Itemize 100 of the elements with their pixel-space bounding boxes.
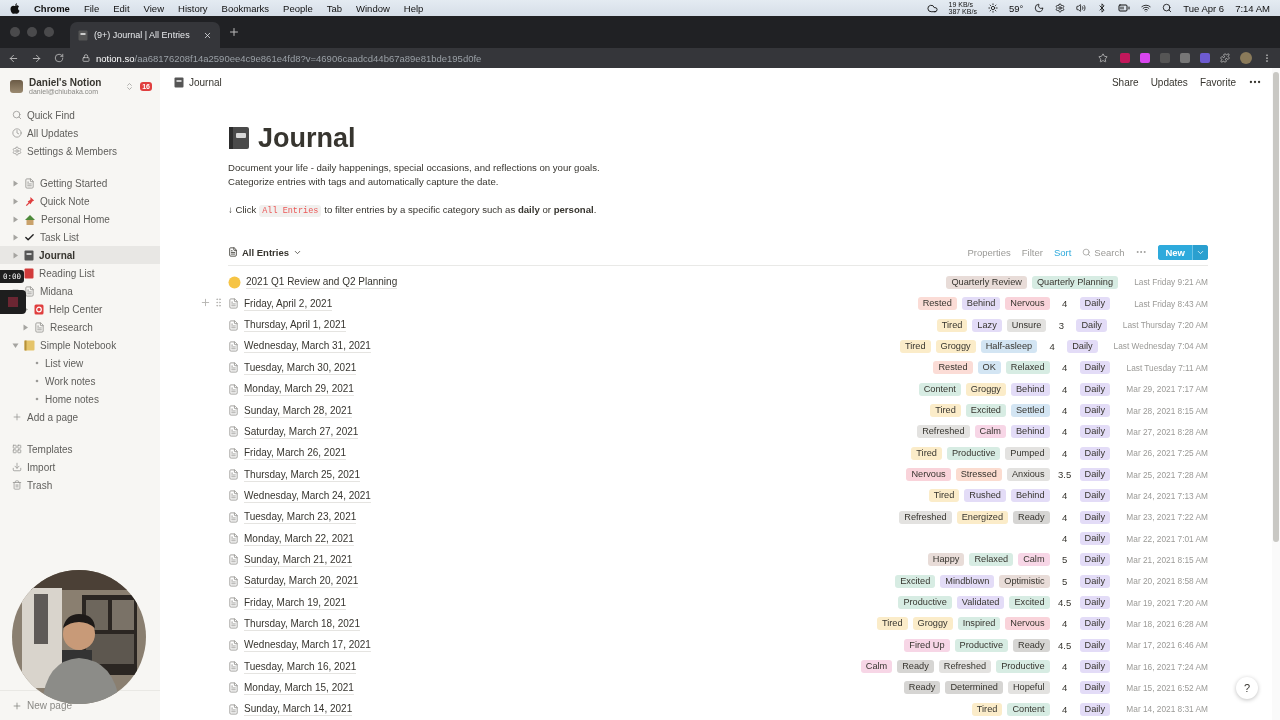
type-tag: Daily [1079,425,1110,439]
tag: Calm [1018,553,1050,567]
rating-cell-text: 3.5 [1056,469,1073,481]
date-cell: Mar 18, 2021 6:28 AM [1126,618,1208,629]
date-cell: Mar 14, 2021 8:31 AM [1126,704,1208,715]
date-cell: Last Wednesday 7:04 AM [1113,341,1208,352]
tag: Excited [895,574,936,588]
type-tag: Daily [1079,297,1110,311]
date-cell: Mar 22, 2021 7:01 AM [1126,533,1208,544]
date-cell: Mar 15, 2021 6:52 AM [1126,683,1208,693]
type-tag: Daily [1079,446,1110,460]
rating-cell-text: 4 [1060,447,1069,459]
type-tag: Daily [1079,596,1110,610]
tag: Groggy [935,340,976,353]
tag: Ready [903,681,941,695]
tag: Mindblown [940,574,995,588]
menu-time: 7:14 AM [1235,2,1270,14]
tag: Tired [876,617,908,631]
type-tag: Daily [1079,404,1110,417]
date-cell: Mar 21, 2021 8:15 AM [1126,554,1208,565]
tag: Energized [956,510,1008,524]
rating-cell-text: 5 [1060,554,1069,566]
tag: Quarterly Planning [1031,275,1118,289]
rating-cell-text: 4 [1060,533,1069,545]
date-cell: Mar 26, 2021 7:25 AM [1126,448,1208,459]
rating-cell-text: 4.5 [1056,639,1073,651]
rating-cell-text: 4 [1060,298,1069,310]
tag: Hopeful [1007,681,1050,695]
tag: Relaxed [969,553,1014,567]
type-tag: Daily [1079,489,1110,503]
tag: Content [1007,702,1050,716]
date-cell: Mar 17, 2021 6:46 AM [1126,640,1208,651]
date-cell: Mar 16, 2021 7:24 AM [1126,661,1208,672]
type-tag: Daily [1067,340,1098,353]
rating-cell-text: 4 [1060,511,1069,523]
tag: Nervous [1005,297,1050,311]
type-tag: Daily [1079,532,1110,546]
tag: Determined [945,681,1003,695]
menu-date: Tue Apr 6 [1183,2,1225,14]
tag: Optimistic [999,574,1050,588]
date-cell: Mar 24, 2021 7:13 AM [1126,490,1208,501]
tag: Half-asleep [980,340,1038,353]
date-cell: Mar 19, 2021 7:20 AM [1126,597,1208,608]
date-cell: Mar 25, 2021 7:28 AM [1126,469,1208,480]
tag: Tired [899,340,931,353]
type-tag: Daily [1079,574,1110,588]
tag: Behind [1010,489,1050,503]
rating-cell-text: 4 [1060,426,1069,438]
tag: Rushed [964,489,1006,503]
rating-cell-text: 4 [1060,405,1069,416]
rating-cell-text: 4 [1060,362,1069,374]
rating-cell-text: 5 [1060,575,1069,587]
tag: Tired [928,489,960,503]
rating-cell-text: 4.5 [1056,597,1073,609]
tag: OK [977,361,1001,375]
tag: Groggy [965,382,1006,396]
tag: Nervous [1005,617,1050,631]
type-tag: Daily [1079,617,1110,631]
description-text: Categorize entries with tags and automatically capture the date. [228,174,500,189]
date-cell-text: Last Friday 9:21 AM [1133,277,1208,288]
tag: Quarterly Review [946,275,1027,289]
tag: Inspired [957,617,1001,631]
tag: Relaxed [1005,361,1050,375]
date-cell: Mar 20, 2021 8:58 AM [1126,576,1208,587]
tag: Refreshed [917,425,970,439]
rating-cell-text: 4 [1060,703,1069,715]
rating-cell-text: 4 [1060,661,1069,673]
date-cell: Mar 27, 2021 8:28 AM [1126,426,1208,437]
tag: Productive [898,596,952,610]
workspace-name: Daniel's Notion [29,77,103,88]
tag: Content [918,382,961,396]
type-tag: Daily [1079,660,1110,674]
tag: Calm [974,425,1006,439]
date-cell-text: Last Friday 8:43 AM [1133,298,1208,309]
type-tag: Daily [1079,361,1110,375]
tag: Productive [954,638,1008,652]
tag: Ready [897,660,934,674]
tag: Rested [933,361,973,375]
tag: Ready [1013,510,1050,524]
date-cell: Mar 28, 2021 8:15 AM [1126,405,1208,416]
tag: Unsure [1006,318,1047,332]
date-cell: Mar 23, 2021 7:22 AM [1126,512,1208,523]
tag: Tired [911,446,942,460]
tag: Fired Up [904,638,950,652]
tag: Behind [961,297,1001,311]
tag: Happy [927,553,965,567]
tag: Tired [930,404,961,417]
rating-cell-text: 3 [1057,319,1066,331]
type-tag: Daily [1079,681,1110,695]
type-tag: Daily [1079,702,1110,716]
url-text: notion.so/aa68176208f14a2590ee4c9e861e4fd8?v=46906caadcd44b67a89e81bde195d0fe [96,52,482,64]
type-tag: Daily [1079,553,1110,567]
tag: Tired [971,702,1003,716]
rating-cell-text: 4 [1060,618,1069,630]
tag: Validated [956,596,1005,610]
hint-text: ↓ Click All Entries to filter entries by a specific category such as daily or personal. [228,202,598,218]
tag: Tired [936,318,968,332]
date-cell: Last Thursday 7:20 AM [1122,320,1208,331]
type-tag: Daily [1079,382,1110,396]
type-tag: Daily [1079,510,1110,524]
